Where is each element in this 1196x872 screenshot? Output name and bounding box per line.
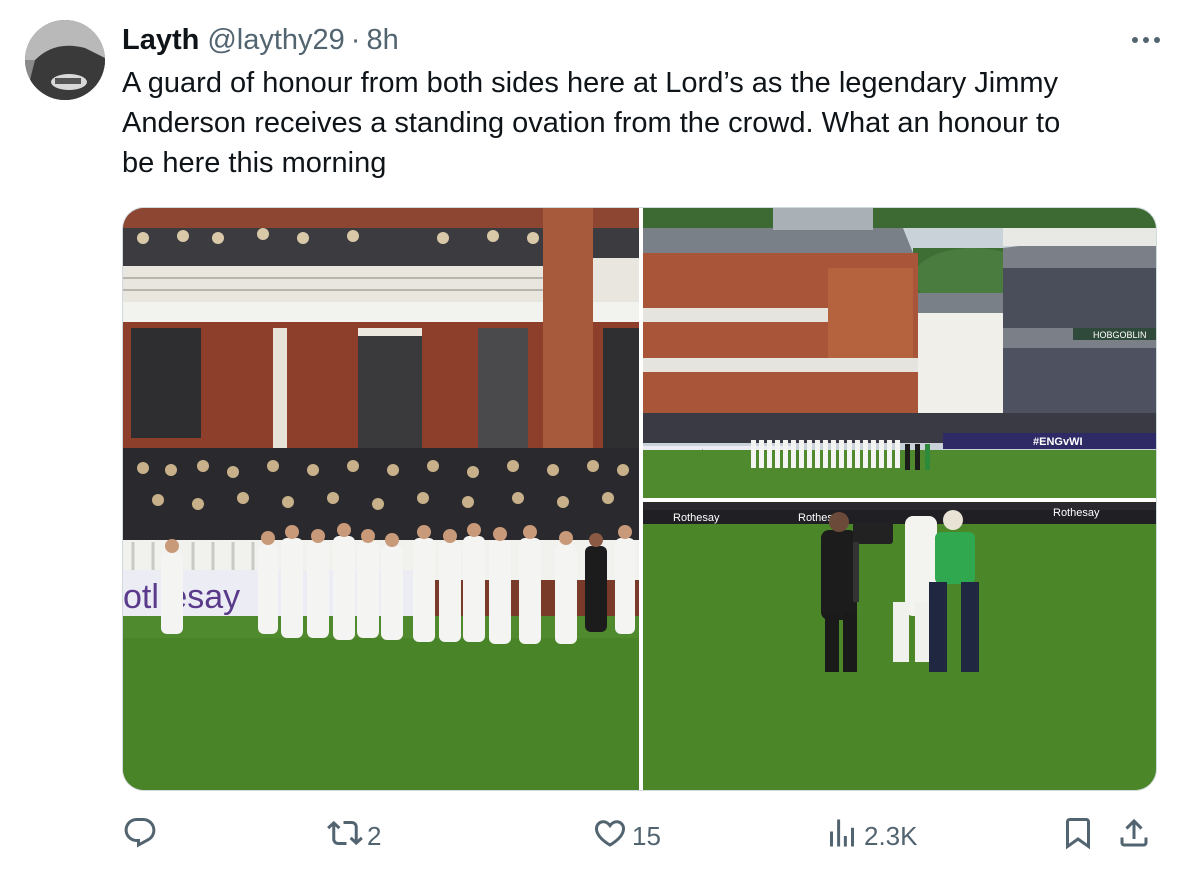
bookmark-icon <box>1060 815 1096 858</box>
share-button[interactable] <box>1116 812 1152 860</box>
more-icon[interactable] <box>1128 26 1164 54</box>
reply-button[interactable] <box>122 812 162 860</box>
separator-dot: · <box>350 24 361 56</box>
author-handle[interactable]: @laythy29 <box>207 22 344 58</box>
tweet-header: Layth @laythy29 · 8h <box>122 22 399 58</box>
photo2-banner-hobgoblin: HOBGOBLIN <box>1093 330 1147 340</box>
author-name[interactable]: Layth <box>122 22 199 58</box>
photo-guard-of-honour[interactable]: otl esay <box>123 208 639 790</box>
photo2-banner-hashtag: #ENGvWI <box>1033 436 1083 448</box>
views-count: 2.3K <box>864 820 918 851</box>
photo3-banner-3: Rothesay <box>1053 507 1100 519</box>
views-button[interactable]: 2.3K <box>824 812 918 860</box>
photo3-banner-1: Rothesay <box>673 512 720 524</box>
heart-icon <box>592 815 628 858</box>
photo-pavilion-wide[interactable]: HOBGOBLIN othesay #ENGvWI <box>643 208 1156 498</box>
views-icon <box>824 815 860 858</box>
repost-count: 2 <box>367 820 382 851</box>
reply-icon <box>122 815 158 858</box>
like-count: 15 <box>632 820 661 851</box>
timestamp[interactable]: 8h <box>366 22 398 58</box>
avatar[interactable] <box>25 20 105 100</box>
tweet-actions: 2 15 2.3K <box>122 812 1162 860</box>
like-button[interactable]: 15 <box>592 812 661 860</box>
repost-icon <box>327 815 363 858</box>
tweet-text: A guard of honour from both sides here a… <box>122 67 1061 179</box>
photo-cameraman[interactable]: Rothesay Rothesa Rothesay <box>643 502 1156 790</box>
share-icon <box>1116 815 1152 858</box>
repost-button[interactable]: 2 <box>327 812 381 860</box>
media-grid: otl esay HOBGOBLIN #ENGvWI Rothesay Roth… <box>122 207 1157 791</box>
bookmark-button[interactable] <box>1060 812 1096 860</box>
